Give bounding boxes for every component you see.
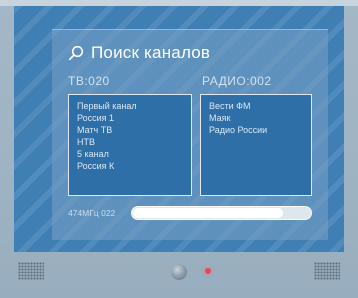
tv-screen: Поиск каналов ТВ:020 РАДИО:002 Первый ка… [14, 6, 344, 252]
radio-channel-list[interactable]: Вести ФМ Маяк Радио России [200, 94, 312, 196]
radio-count-label: РАДИО:002 [202, 74, 272, 88]
tv-channel-item[interactable]: Россия К [77, 160, 183, 172]
search-header: Поиск каналов [68, 41, 210, 65]
control-knob[interactable] [171, 264, 187, 280]
search-title: Поиск каналов [91, 43, 211, 62]
channel-search-panel: Поиск каналов ТВ:020 РАДИО:002 Первый ка… [52, 29, 328, 240]
tv-channel-list[interactable]: Первый канал Россия 1 Матч ТВ НТВ 5 кана… [68, 94, 192, 196]
tv-channel-item[interactable]: Россия 1 [77, 112, 183, 124]
tv-channel-item[interactable]: Матч ТВ [77, 124, 183, 136]
radio-channel-item[interactable]: Маяк [209, 112, 303, 124]
power-indicator-led [205, 268, 211, 274]
scan-progress-bar [131, 206, 312, 220]
tv-count-label: ТВ:020 [68, 74, 110, 88]
tv-channel-item[interactable]: 5 канал [77, 148, 183, 160]
scan-progress-fill [133, 208, 284, 218]
tv-channel-item[interactable]: Первый канал [77, 100, 183, 112]
radio-channel-item[interactable]: Радио России [209, 124, 303, 136]
tv-channel-item[interactable]: НТВ [77, 136, 183, 148]
radio-channel-item[interactable]: Вести ФМ [209, 100, 303, 112]
right-speaker-grille [314, 262, 340, 280]
tv-body: Поиск каналов ТВ:020 РАДИО:002 Первый ка… [0, 0, 358, 298]
scan-frequency-label: 474МГц 022 [68, 208, 116, 218]
left-speaker-grille [18, 262, 44, 280]
search-icon [68, 45, 84, 61]
